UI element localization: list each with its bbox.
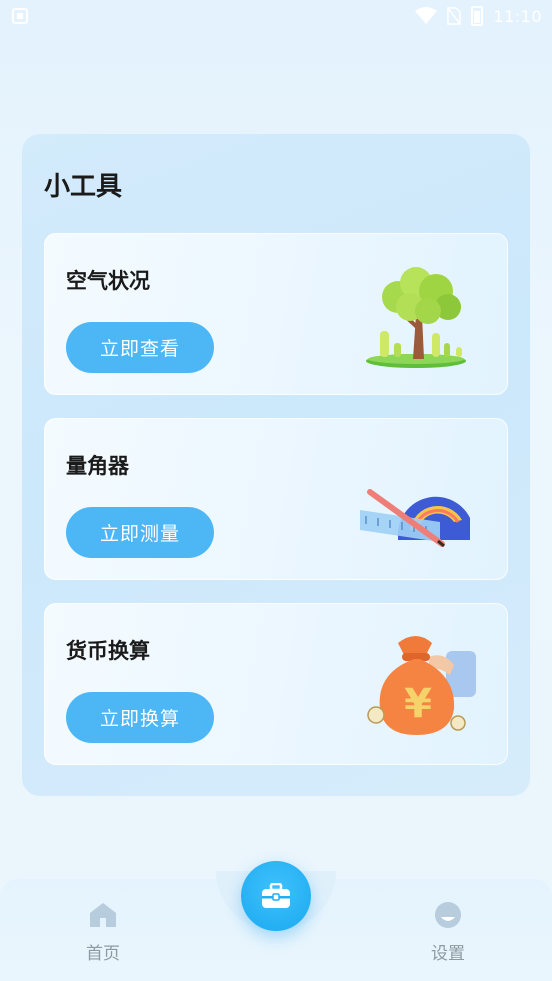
wifi-icon <box>415 7 438 24</box>
convert-now-button[interactable]: 立即换算 <box>66 692 214 743</box>
tool-item-currency[interactable]: 货币换算 立即换算 ¥ <box>44 603 508 765</box>
measure-now-button[interactable]: 立即测量 <box>66 507 214 558</box>
tool-item-air-quality[interactable]: 空气状况 立即查看 <box>44 233 508 395</box>
svg-text:¥: ¥ <box>404 681 432 727</box>
toolbox-icon <box>262 883 290 908</box>
view-now-button[interactable]: 立即查看 <box>66 322 214 373</box>
notification-icon <box>12 8 28 24</box>
tool-item-protractor[interactable]: 量角器 立即测量 <box>44 418 508 580</box>
nav-settings-label: 设置 <box>431 944 465 964</box>
tools-title: 小工具 <box>44 172 123 202</box>
nav-item-settings[interactable]: 设置 <box>418 901 478 964</box>
settings-icon <box>435 902 461 928</box>
tool-name: 量角器 <box>66 454 129 478</box>
tool-name: 空气状况 <box>66 269 150 293</box>
no-sim-icon <box>447 7 462 25</box>
battery-icon <box>471 6 484 26</box>
toolbox-button[interactable] <box>241 861 311 931</box>
status-bar: 11:10 <box>0 0 552 32</box>
home-icon <box>90 903 116 927</box>
status-time: 11:10 <box>493 6 542 26</box>
tree-icon <box>366 267 466 368</box>
tools-card: 小工具 空气状况 立即查看 量角器 立即测量 货币换算 立即换算 ¥ <box>22 134 530 796</box>
money-bag-icon: ¥ <box>367 636 476 735</box>
nav-item-home[interactable]: 首页 <box>73 901 133 964</box>
tool-name: 货币换算 <box>66 639 150 663</box>
nav-home-label: 首页 <box>86 944 120 964</box>
protractor-icon <box>360 489 470 548</box>
